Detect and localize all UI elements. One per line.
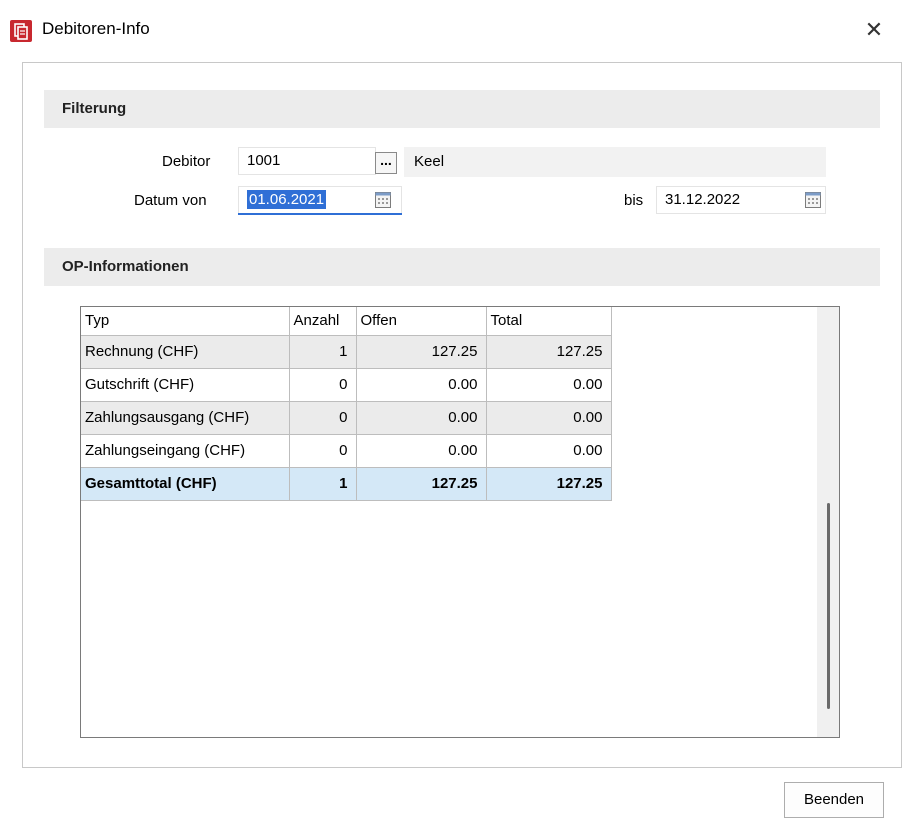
cell-typ: Gutschrift (CHF) <box>81 368 290 402</box>
debitor-lookup-button[interactable]: ... <box>375 152 397 174</box>
calendar-icon[interactable] <box>375 192 391 208</box>
app-icon <box>10 20 32 42</box>
cell-total: 0.00 <box>486 368 612 402</box>
cell-offen: 0.00 <box>356 434 487 468</box>
cell-typ: Zahlungsausgang (CHF) <box>81 401 290 435</box>
cell-offen: 0.00 <box>356 368 487 402</box>
cell-anzahl: 0 <box>289 434 357 468</box>
cell-anzahl: 0 <box>289 368 357 402</box>
table-row-total[interactable]: Gesamttotal (CHF) 1 127.25 127.25 <box>81 467 612 501</box>
cell-typ: Zahlungseingang (CHF) <box>81 434 290 468</box>
op-grid[interactable]: Typ Anzahl Offen Total Rechnung (CHF) 1 … <box>80 306 840 738</box>
cell-total: 127.25 <box>486 335 612 369</box>
cell-total: 127.25 <box>486 467 612 501</box>
cell-offen: 127.25 <box>356 467 487 501</box>
cell-typ: Gesamttotal (CHF) <box>81 467 290 501</box>
debitor-name-field: Keel <box>404 147 826 177</box>
table-header-row: Typ Anzahl Offen Total <box>81 307 612 336</box>
filter-section-header: Filterung <box>44 90 880 128</box>
cell-typ: Rechnung (CHF) <box>81 335 290 369</box>
cell-anzahl: 0 <box>289 401 357 435</box>
beenden-label: Beenden <box>803 791 865 808</box>
date-from-value: 01.06.2021 <box>247 190 327 209</box>
column-header-total[interactable]: Total <box>486 307 612 336</box>
cell-total: 0.00 <box>486 401 612 435</box>
debitor-input[interactable]: 1001 <box>238 147 376 175</box>
column-header-anzahl[interactable]: Anzahl <box>289 307 357 336</box>
debitor-label: Debitor <box>162 153 211 170</box>
cell-offen: 0.00 <box>356 401 487 435</box>
vertical-scrollbar[interactable] <box>817 307 839 737</box>
table-row[interactable]: Zahlungsausgang (CHF) 0 0.00 0.00 <box>81 401 612 435</box>
table-row[interactable]: Gutschrift (CHF) 0 0.00 0.00 <box>81 368 612 402</box>
column-header-offen[interactable]: Offen <box>356 307 487 336</box>
scrollbar-thumb[interactable] <box>827 503 830 709</box>
cell-total: 0.00 <box>486 434 612 468</box>
date-to-input[interactable]: 31.12.2022 <box>656 186 826 214</box>
close-icon[interactable]: ✕ <box>859 15 889 45</box>
op-section-header: OP-Informationen <box>44 248 880 286</box>
date-from-label: Datum von <box>134 192 207 209</box>
table-row[interactable]: Zahlungseingang (CHF) 0 0.00 0.00 <box>81 434 612 468</box>
column-header-typ[interactable]: Typ <box>81 307 290 336</box>
cell-offen: 127.25 <box>356 335 487 369</box>
op-table: Typ Anzahl Offen Total Rechnung (CHF) 1 … <box>81 307 612 501</box>
date-from-focus-underline <box>238 213 402 215</box>
date-to-label: bis <box>624 192 644 209</box>
calendar-icon[interactable] <box>805 192 821 208</box>
beenden-button[interactable]: Beenden <box>784 782 884 818</box>
cell-anzahl: 1 <box>289 335 357 369</box>
title-bar: Debitoren-Info ✕ <box>0 0 903 62</box>
table-row[interactable]: Rechnung (CHF) 1 127.25 127.25 <box>81 335 612 369</box>
cell-anzahl: 1 <box>289 467 357 501</box>
window-title: Debitoren-Info <box>42 19 150 38</box>
